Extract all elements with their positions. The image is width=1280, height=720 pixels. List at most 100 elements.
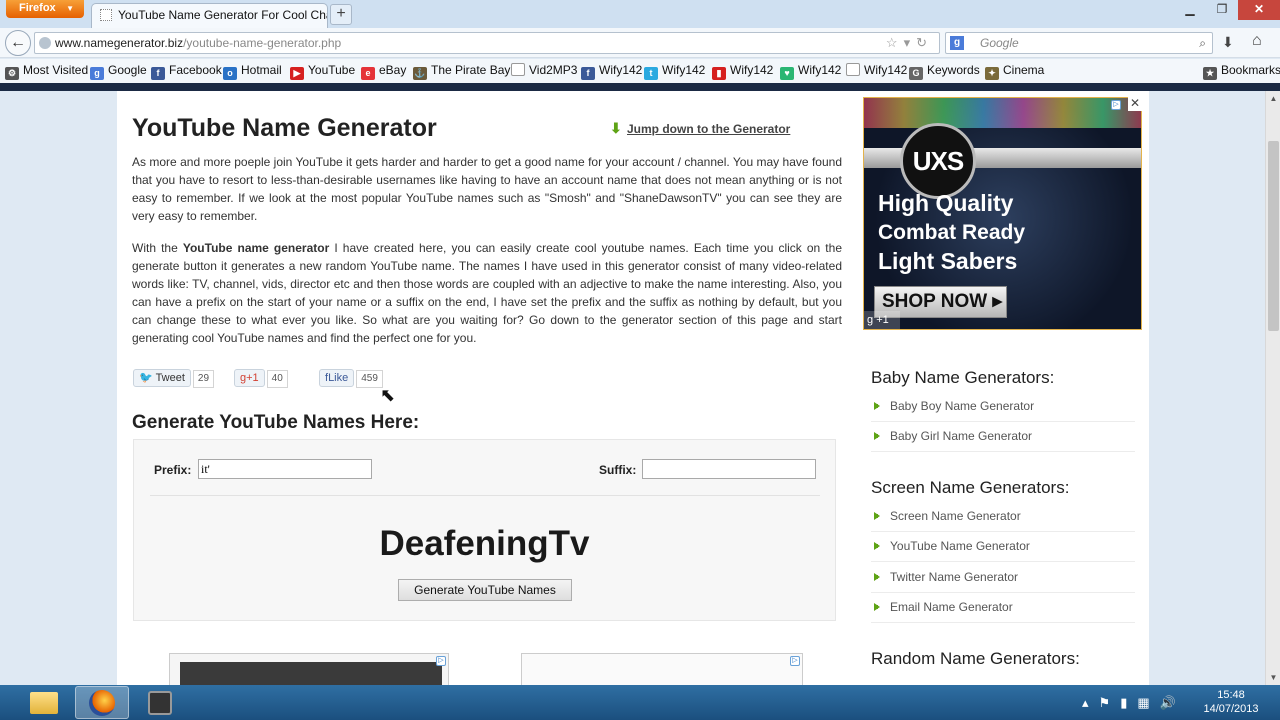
network-icon[interactable]: ▦ [1137,695,1159,710]
cinema-icon: ✦ [985,67,999,80]
bottom-ad-right[interactable]: ▷ [521,653,803,685]
bookmark-item[interactable]: ⚙ Most Visited [5,63,88,80]
bookmark-item[interactable]: f Wify142 [581,63,642,80]
bookmark-item[interactable]: f Facebook [151,63,222,80]
twitter-icon: 🐦 [139,372,153,384]
ad-headline-2: Combat Ready [878,221,1026,244]
adchoices-icon[interactable]: ▷ [436,656,446,666]
ebay-icon: e [361,67,375,80]
url-bar[interactable]: www.namegenerator.biz/youtube-name-gener… [34,32,940,54]
suffix-input[interactable] [642,459,816,479]
site-header-strip [0,83,1280,91]
like-count: 459 [356,370,383,388]
taskbar-explorer[interactable] [17,686,71,719]
like-button[interactable]: fLike [319,369,355,387]
description-prefix: With the [132,241,183,255]
sidebar-separator [871,421,1135,422]
search-icon[interactable]: ⌕ [1199,33,1206,53]
bookmark-label: Wify142 [864,63,908,77]
star-icon[interactable]: ☆ [886,35,904,50]
tweet-button[interactable]: 🐦 Tweet [133,369,191,387]
prefix-input[interactable] [198,459,372,479]
jump-to-generator-link[interactable]: ⬇ Jump down to the Generator [610,120,790,136]
close-ad-icon[interactable]: ✕ [1128,97,1142,111]
scroll-up-icon[interactable]: ▲ [1266,91,1280,106]
taskbar-firefox[interactable] [75,686,129,719]
back-arrow-icon[interactable]: ← [5,30,31,56]
search-input[interactable]: g Google ⌕ [945,32,1213,54]
reload-icon[interactable]: ↻ [916,35,933,50]
bookmark-label: Wify142 [798,63,842,77]
bookmark-item[interactable]: e eBay [361,63,406,80]
bookmark-item[interactable]: g Google [90,63,147,80]
bookmark-item[interactable]: t Wify142 [644,63,705,80]
bookmark-item[interactable]: ⚓ The Pirate Bay [413,63,510,80]
folder-icon [30,692,58,714]
home-icon[interactable]: ⌂ [1252,32,1262,50]
minimize-icon[interactable]: ▁ [1175,0,1205,20]
pirate-ship-icon: ⚓ [413,67,427,80]
url-domain: www.namegenerator.biz [55,36,184,50]
prefix-label: Prefix: [154,463,192,477]
tweet-share[interactable]: 🐦 Tweet 29 [133,369,215,388]
bar-chart-icon: ▮ [712,67,726,80]
volume-icon[interactable]: 🔊 [1160,695,1186,710]
facebook-like[interactable]: fLike 459 [319,369,383,388]
bookmark-item[interactable]: ▶ YouTube [290,63,355,80]
restore-icon[interactable]: ❐ [1207,0,1237,20]
sidebar-link[interactable]: Screen Name Generator [874,509,1136,523]
sidebar-link[interactable]: Baby Boy Name Generator [874,399,1136,413]
sidebar-link[interactable]: Twitter Name Generator [874,570,1136,584]
power-icon[interactable]: ▮ [1120,695,1137,710]
page-viewport: YouTube Name Generator ⬇ Jump down to the… [0,91,1265,685]
generate-button[interactable]: Generate YouTube Names [398,579,572,601]
taskbar-clock[interactable]: 15:48 14/07/2013 [1196,688,1266,716]
gplus-button[interactable]: g+1 [234,369,265,387]
blank-page-icon [511,63,525,76]
intro-paragraph: As more and more poeple join YouTube it … [132,155,842,223]
adchoices-icon[interactable]: ▷ [790,656,800,666]
gplus-share[interactable]: g+1 40 [234,369,288,388]
bookmark-item[interactable]: Wify142 [846,63,907,77]
bookmarks-toolbar: ⚙ Most Visited g Google f Facebook o Hotmail ▶ Yo… [0,59,1280,83]
bookmark-label: Most Visited [23,63,89,77]
bookmarks-menu-button[interactable]: ★ Bookmarks [1203,63,1280,80]
sidebar-link[interactable]: YouTube Name Generator [874,539,1136,553]
bookmark-item[interactable]: o Hotmail [223,63,282,80]
show-hidden-icon[interactable]: ▴ [1082,695,1099,710]
twitter-icon: t [644,67,658,80]
sidebar-ad[interactable]: UXS High Quality Combat Ready Light Sabe… [863,97,1142,330]
sidebar-link[interactable]: Email Name Generator [874,600,1136,614]
bookmark-label: Facebook [169,63,222,77]
bookmark-item[interactable]: Vid2MP3 [511,63,577,77]
firefox-menu-button[interactable]: Firefox ▼ [6,0,84,18]
bottom-ad-left[interactable]: ▷ [169,653,449,685]
sidebar-heading: Baby Name Generators: [871,368,1055,387]
ad-gplus-button[interactable]: g +1 [864,311,900,329]
bookmark-item[interactable]: ♥ Wify142 [780,63,841,80]
scroll-thumb[interactable] [1268,141,1279,331]
bookmarks-icon: ★ [1203,67,1217,80]
dropdown-icon[interactable]: ▾ [904,35,917,50]
flag-icon[interactable]: ⚑ [1099,695,1121,710]
bookmark-item[interactable]: ▮ Wify142 [712,63,773,80]
adchoices-icon[interactable]: ▷ [1111,100,1121,110]
download-icon[interactable]: ⬇ [1222,34,1234,51]
tab-active[interactable]: YouTube Name Generator For Cool Cha... [91,3,328,28]
sidebar-link[interactable]: Baby Girl Name Generator [874,429,1136,443]
scroll-down-icon[interactable]: ▼ [1266,670,1280,685]
bookmark-label: Wify142 [662,63,706,77]
bookmark-item[interactable]: ✦ Cinema [985,63,1044,80]
down-arrow-icon: ⬇ [610,120,622,136]
description-rest: I have created here, you can easily crea… [132,241,842,345]
bookmark-label: Google [108,63,147,77]
bookmark-item[interactable]: G Keywords [909,63,980,80]
taskbar-app[interactable] [133,686,187,719]
sidebar-separator [871,561,1135,562]
page-scrollbar[interactable]: ▲ ▼ [1265,91,1280,685]
close-icon[interactable]: ✕ [1238,0,1280,20]
new-tab-button[interactable]: + [330,4,352,25]
main-content: YouTube Name Generator ⬇ Jump down to the… [117,91,1149,685]
outlook-icon: o [223,67,237,80]
google-icon[interactable]: g [950,36,964,50]
